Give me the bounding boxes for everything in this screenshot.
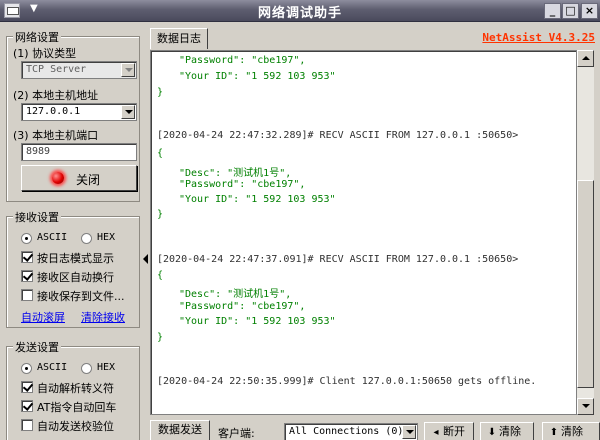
send-ascii-label: ASCII — [37, 362, 68, 373]
auto-wrap-checkbox[interactable] — [21, 270, 33, 282]
disconnect-label: 断开 — [443, 425, 465, 438]
recv-ascii-label: ASCII — [37, 232, 68, 243]
send-hex-label: HEX — [97, 362, 116, 373]
close-connection-label: 关闭 — [76, 173, 101, 187]
log-line: "Your ID": "1 592 103 953" — [179, 71, 336, 82]
local-host-address-select[interactable]: 127.0.0.1 — [21, 103, 137, 121]
auto-checksum-label: 自动发送校验位 — [37, 420, 114, 433]
log-line: "Desc": "测试机1号", — [179, 289, 292, 300]
clear-button[interactable]: ⬇ 清除 — [480, 422, 534, 440]
log-line: } — [157, 332, 164, 343]
close-connection-button[interactable]: 关闭 — [21, 165, 137, 191]
log-mode-label: 按日志模式显示 — [37, 252, 114, 265]
disconnect-icon: ◂ — [433, 427, 439, 438]
send-hex-radio[interactable] — [81, 363, 92, 374]
at-auto-crlf-checkbox[interactable] — [21, 400, 33, 412]
scroll-thumb[interactable] — [577, 180, 594, 388]
protocol-type-label: (1) 协议类型 — [13, 47, 77, 60]
local-host-address-value: 127.0.0.1 — [26, 106, 81, 117]
save-to-file-checkbox[interactable] — [21, 289, 33, 301]
clear-send-button[interactable]: ⬆ 清除 — [542, 422, 600, 440]
log-line: "Password": "cbe197", — [179, 55, 306, 66]
send-toolbar: 数据发送 客户端: All Connections (0) ◂ 断开 ⬇ 清除 ⬆ 清… — [150, 418, 600, 440]
minimize-button[interactable]: _ — [544, 3, 561, 19]
local-host-port-input[interactable]: 8989 — [21, 143, 137, 161]
down-arrow-icon: ⬇ — [487, 427, 497, 438]
clear-label: 清除 — [499, 425, 521, 438]
clear-receive-link[interactable]: 清除接收 — [81, 309, 125, 325]
local-host-address-label: (2) 本地主机地址 — [13, 89, 99, 102]
log-line: "Your ID": "1 592 103 953" — [179, 316, 336, 327]
title-bar[interactable]: ▼ 网络调试助手 _ □ × — [0, 0, 600, 22]
log-line: { — [157, 270, 164, 281]
network-settings-group: 网络设置 (1) 协议类型 TCP Server (2) 本地主机地址 127.… — [6, 29, 140, 202]
auto-checksum-checkbox[interactable] — [21, 419, 33, 431]
collapse-left-icon[interactable] — [143, 254, 148, 264]
clear-send-label: 清除 — [561, 425, 583, 438]
client-select[interactable]: All Connections (0) — [284, 423, 418, 440]
log-line: } — [157, 87, 164, 98]
window-title: 网络调试助手 — [257, 6, 342, 21]
scroll-up-icon[interactable] — [577, 50, 594, 67]
log-line: [2020-04-24 22:47:37.091]# RECV ASCII FR… — [157, 254, 519, 265]
tab-data-log[interactable]: 数据日志 — [150, 28, 208, 49]
scroll-down-icon[interactable] — [577, 398, 594, 415]
recv-ascii-radio[interactable] — [21, 233, 32, 244]
log-line: [2020-04-24 22:47:32.289]# RECV ASCII FR… — [157, 130, 519, 141]
log-line: } — [157, 209, 164, 220]
recv-hex-label: HEX — [97, 232, 116, 243]
brand-link[interactable]: NetAssist V4.3.25 — [482, 31, 595, 44]
maximize-button[interactable]: □ — [562, 3, 579, 19]
log-line: [2020-04-24 22:50:35.999]# Client 127.0.… — [157, 376, 537, 387]
log-line: "Desc": "测试机1号", — [179, 168, 292, 179]
receive-settings-title: 接收设置 — [13, 209, 61, 225]
receive-settings-group: 接收设置 ASCII HEX 按日志模式显示 接收区自动换行 接收保存到文件..… — [6, 209, 140, 328]
protocol-type-value: TCP Server — [26, 64, 87, 75]
chevron-down-icon[interactable] — [121, 63, 135, 77]
local-host-port-label: (3) 本地主机端口 — [13, 129, 99, 142]
auto-wrap-label: 接收区自动换行 — [37, 271, 114, 284]
parse-escape-label: 自动解析转义符 — [37, 382, 114, 395]
recv-hex-radio[interactable] — [81, 233, 92, 244]
client-select-value: All Connections (0) — [289, 426, 404, 437]
tab-data-send[interactable]: 数据发送 — [150, 420, 210, 440]
log-vertical-scrollbar[interactable] — [577, 50, 594, 415]
at-auto-crlf-label: AT指令自动回车 — [37, 401, 117, 414]
up-arrow-icon: ⬆ — [549, 427, 559, 438]
panel-splitter[interactable] — [143, 36, 149, 436]
status-led-icon — [52, 172, 64, 184]
data-log-area[interactable]: "Password": "cbe197", "Your ID": "1 592 … — [150, 50, 577, 415]
disconnect-button[interactable]: ◂ 断开 — [424, 422, 474, 440]
send-settings-group: 发送设置 ASCII HEX 自动解析转义符 AT指令自动回车 自动发送校验位 — [6, 339, 140, 440]
network-settings-title: 网络设置 — [13, 29, 61, 45]
chevron-down-icon[interactable] — [402, 425, 416, 439]
close-window-button[interactable]: × — [581, 3, 598, 19]
chevron-down-icon[interactable] — [121, 105, 135, 119]
log-mode-checkbox[interactable] — [21, 251, 33, 263]
log-line: "Password": "cbe197", — [179, 301, 306, 312]
save-to-file-label: 接收保存到文件... — [37, 290, 125, 303]
auto-scroll-link[interactable]: 自动滚屏 — [21, 309, 65, 325]
parse-escape-checkbox[interactable] — [21, 381, 33, 393]
log-line: { — [157, 148, 164, 159]
log-line: "Your ID": "1 592 103 953" — [179, 194, 336, 205]
log-line: "Password": "cbe197", — [179, 179, 306, 190]
protocol-type-select[interactable]: TCP Server — [21, 61, 137, 79]
send-ascii-radio[interactable] — [21, 363, 32, 374]
send-settings-title: 发送设置 — [13, 339, 61, 355]
client-label: 客户端: — [218, 427, 255, 440]
